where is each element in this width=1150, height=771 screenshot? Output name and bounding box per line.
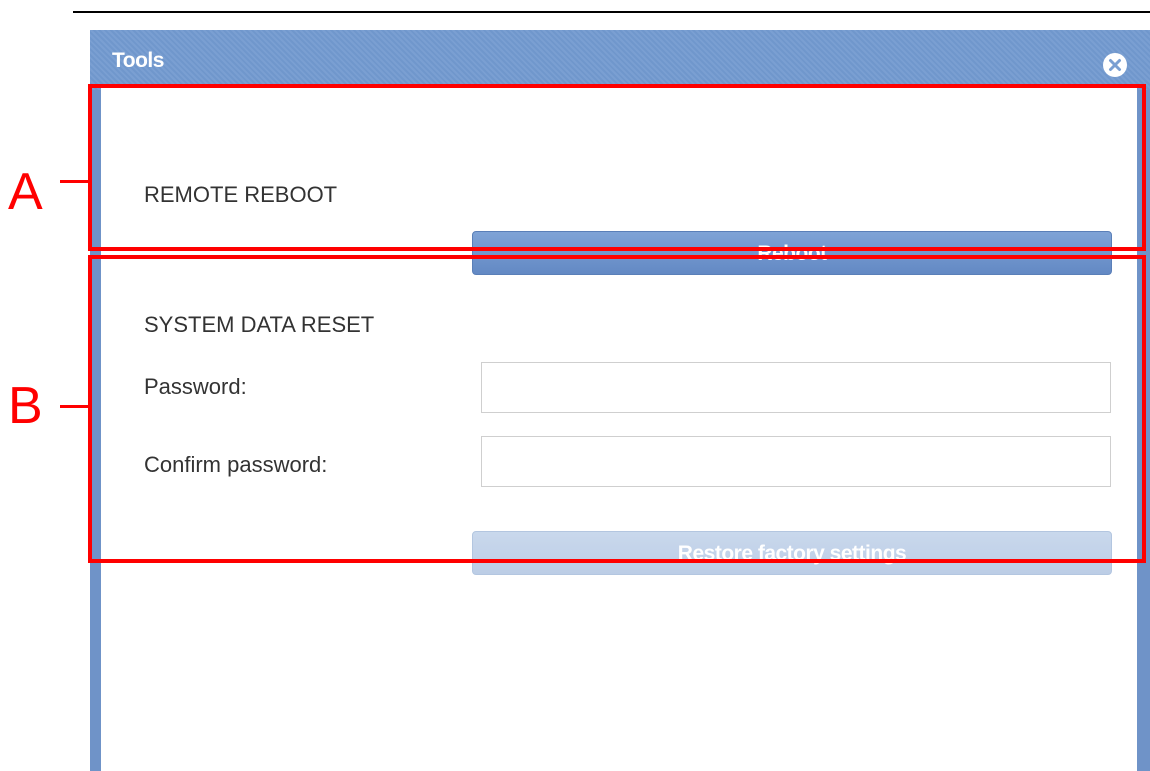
close-icon[interactable] [1102,52,1128,78]
top-divider [73,11,1150,13]
annotation-leader-b [60,405,90,408]
password-field[interactable] [481,362,1111,413]
confirm-password-label: Confirm password: [144,452,328,477]
remote-reboot-heading: REMOTE REBOOT [144,182,338,207]
restore-factory-settings-button[interactable]: Restore factory settings [472,531,1112,575]
tools-dialog: Tools REMOTE REBOOT Reboot SYSTEM DATA R… [90,30,1150,771]
confirm-password-field[interactable] [481,436,1111,487]
password-label: Password: [144,374,247,399]
annotation-label-a: A [8,163,43,221]
dialog-titlebar[interactable]: Tools [90,30,1150,90]
system-data-reset-heading: SYSTEM DATA RESET [144,312,375,337]
dialog-title: Tools [112,49,164,72]
reboot-button[interactable]: Reboot [472,231,1112,275]
annotation-label-b: B [8,377,43,435]
dialog-content: REMOTE REBOOT Reboot SYSTEM DATA RESET P… [101,88,1137,771]
annotation-leader-a [60,180,90,183]
